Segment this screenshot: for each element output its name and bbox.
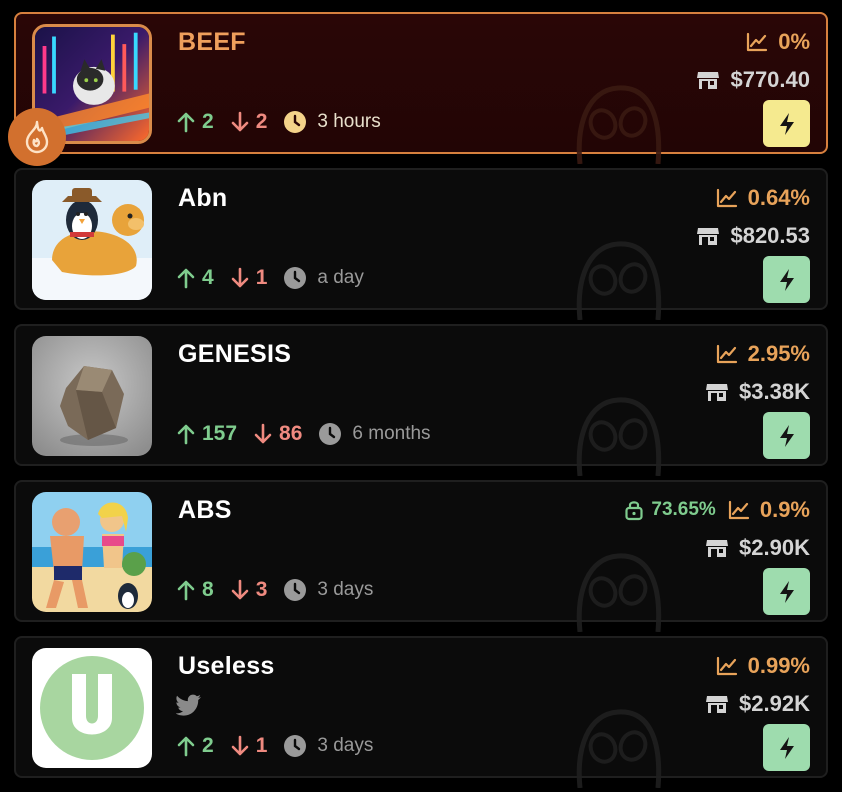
store-icon	[697, 228, 720, 245]
chart-line-icon	[728, 500, 749, 520]
lightning-bolt-icon	[779, 112, 794, 135]
token-name: Abn	[178, 184, 228, 212]
token-name: BEEF	[178, 28, 246, 56]
arrow-down-icon	[231, 267, 248, 288]
market-cap: $2.90K	[739, 535, 810, 560]
clock-icon	[319, 423, 342, 445]
flame-badge	[8, 108, 66, 166]
lightning-bolt-icon	[779, 580, 794, 603]
downvote-count[interactable]: 3	[230, 578, 267, 602]
token-image	[32, 180, 152, 300]
token-age: 6 months	[318, 422, 431, 446]
market-cap: $820.53	[730, 223, 810, 248]
market-cap: $770.40	[730, 67, 810, 92]
clock-icon	[284, 735, 307, 757]
clock-icon	[284, 111, 307, 133]
arrow-up-icon	[177, 268, 195, 289]
store-icon	[706, 696, 729, 713]
quick-buy-button[interactable]	[763, 100, 810, 147]
downvote-count[interactable]: 1	[230, 734, 267, 758]
token-stats: 2 2 3 hours	[176, 107, 397, 137]
arrow-up-icon	[177, 112, 195, 133]
token-age: a day	[283, 266, 364, 290]
ghost-watermark-icon	[576, 397, 662, 476]
token-image	[32, 336, 152, 456]
change-percent: 0.9%	[759, 497, 810, 522]
change-percent: 0.64%	[747, 185, 810, 210]
token-metrics: 0.99% $2.92K	[705, 652, 810, 771]
lightning-bolt-icon	[779, 268, 794, 291]
chart-line-icon	[716, 656, 737, 676]
store-icon	[706, 540, 729, 557]
lock-icon	[625, 501, 643, 521]
token-age: 3 days	[283, 578, 373, 602]
quick-buy-button[interactable]	[763, 256, 810, 303]
token-card-useless[interactable]: Useless 2 1 3 days 0.99% $2.92K	[14, 636, 828, 788]
token-metrics: 2.95% $3.38K	[705, 340, 810, 459]
token-name: ABS	[178, 496, 232, 524]
arrow-up-icon	[177, 424, 195, 445]
token-list: BEEF 2 2 3 hours 0% $770.40 Abn 4 1 a da…	[0, 0, 842, 792]
token-metrics: 0% $770.40	[696, 28, 810, 147]
token-stats: 8 3 3 days	[176, 575, 389, 605]
quick-buy-button[interactable]	[763, 412, 810, 459]
chart-line-icon	[716, 188, 737, 208]
token-card-abs[interactable]: ABS 8 3 3 days 73.65% 0.9% $2.90K	[14, 480, 828, 632]
lightning-bolt-icon	[779, 736, 794, 759]
downvote-count[interactable]: 86	[253, 422, 302, 446]
token-name: Useless	[178, 652, 275, 680]
token-metrics: 73.65% 0.9% $2.90K	[624, 496, 810, 615]
ghost-watermark-icon	[576, 241, 662, 320]
store-icon	[697, 72, 720, 89]
clock-icon	[284, 579, 307, 601]
upvote-count[interactable]: 8	[176, 578, 214, 602]
upvote-count[interactable]: 4	[176, 266, 214, 290]
lightning-bolt-icon	[779, 424, 794, 447]
market-cap: $3.38K	[739, 379, 810, 404]
token-image	[32, 492, 152, 612]
arrow-down-icon	[231, 111, 248, 132]
change-percent: 0.99%	[747, 653, 810, 678]
change-percent: 2.95%	[747, 341, 810, 366]
arrow-up-icon	[177, 580, 195, 601]
ghost-watermark-icon	[576, 709, 662, 788]
flame-icon	[25, 120, 49, 154]
token-card-abn[interactable]: Abn 4 1 a day 0.64% $820.53	[14, 168, 828, 320]
market-cap: $2.92K	[739, 691, 810, 716]
token-stats: 4 1 a day	[176, 263, 380, 293]
change-percent: 0%	[778, 29, 810, 54]
arrow-down-icon	[254, 423, 272, 444]
upvote-count[interactable]: 157	[176, 422, 237, 446]
locked-percent: 73.65%	[624, 499, 716, 521]
token-age: 3 days	[283, 734, 373, 758]
twitter-icon[interactable]	[176, 694, 202, 716]
arrow-down-icon	[231, 579, 248, 600]
token-stats: 2 1 3 days	[176, 731, 389, 761]
token-stats: 157 86 6 months	[176, 419, 447, 449]
quick-buy-button[interactable]	[763, 724, 810, 771]
token-metrics: 0.64% $820.53	[696, 184, 810, 303]
token-card-genesis[interactable]: GENESIS 157 86 6 months 2.95% $3.38K	[14, 324, 828, 476]
arrow-down-icon	[231, 735, 248, 756]
token-card-beef[interactable]: BEEF 2 2 3 hours 0% $770.40	[8, 12, 828, 166]
token-image	[32, 648, 152, 768]
upvote-count[interactable]: 2	[176, 734, 214, 758]
downvote-count[interactable]: 1	[230, 266, 267, 290]
clock-icon	[284, 267, 307, 289]
ghost-watermark-icon	[576, 85, 662, 164]
token-age: 3 hours	[283, 110, 381, 134]
quick-buy-button[interactable]	[763, 568, 810, 615]
store-icon	[706, 384, 729, 401]
token-name: GENESIS	[178, 340, 292, 368]
downvote-count[interactable]: 2	[230, 110, 267, 134]
chart-line-icon	[716, 344, 737, 364]
chart-line-icon	[747, 32, 768, 52]
upvote-count[interactable]: 2	[176, 110, 214, 134]
arrow-up-icon	[177, 736, 195, 757]
